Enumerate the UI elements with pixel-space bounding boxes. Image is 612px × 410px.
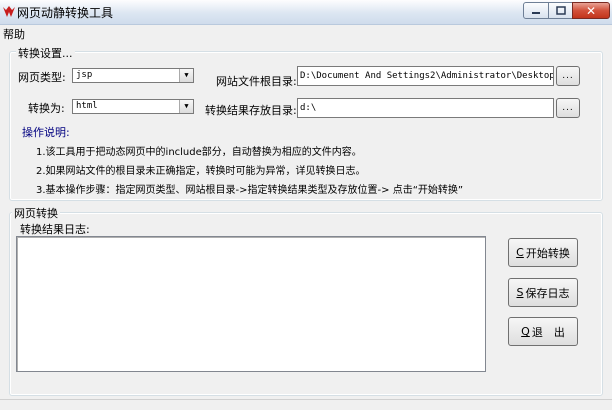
page-type-label: 网页类型:: [18, 71, 66, 84]
page-type-value: jsp: [76, 70, 93, 80]
convert-to-value: html: [76, 101, 98, 111]
close-icon: ✕: [585, 3, 597, 18]
chevron-down-icon[interactable]: ▼: [179, 100, 193, 113]
browse-label: ...: [562, 103, 574, 113]
menu-item-help[interactable]: 帮助: [3, 26, 25, 42]
window-title: 网页动静转换工具: [17, 6, 114, 20]
convert-to-label: 转换为:: [28, 102, 65, 115]
root-dir-label: 网站文件根目录:: [216, 75, 297, 88]
save-hotkey: S: [516, 286, 524, 299]
close-button[interactable]: ✕: [572, 2, 610, 19]
maximize-icon: [555, 6, 566, 15]
help-line-1: 1.该工具用于把动态网页中的include部分，自动替换为相应的文件内容。: [36, 147, 362, 158]
log-textarea[interactable]: [16, 236, 486, 372]
chevron-down-icon[interactable]: ▼: [179, 69, 193, 82]
quit-button[interactable]: Q 退 出: [508, 317, 578, 346]
start-hotkey: C: [516, 246, 524, 259]
help-line-3: 3.基本操作步骤：指定网页类型、网站根目录->指定转换结果类型及存放位置-> 点…: [36, 185, 464, 196]
minimize-icon: [532, 11, 540, 14]
minimize-button[interactable]: [523, 2, 549, 19]
browse-save-dir-button[interactable]: ...: [556, 98, 580, 118]
quit-label: 退 出: [531, 325, 565, 339]
title-bar[interactable]: 网页动静转换工具 ✕: [0, 0, 612, 25]
help-title: 操作说明:: [22, 126, 70, 139]
save-dir-label: 转换结果存放目录:: [205, 104, 297, 117]
start-convert-button[interactable]: C 开始转换: [508, 238, 578, 267]
menu-bar: 帮助: [0, 25, 612, 41]
root-dir-field[interactable]: D:\Document And Settings2\Administrator\…: [297, 66, 554, 86]
save-label: 保存日志: [525, 286, 570, 300]
app-logo-icon: [3, 6, 15, 17]
page-type-select[interactable]: jsp ▼: [72, 68, 194, 83]
status-bar: [0, 399, 612, 410]
start-label: 开始转换: [525, 246, 570, 260]
log-label: 转换结果日志:: [20, 223, 90, 236]
maximize-button[interactable]: [548, 2, 573, 19]
convert-to-select[interactable]: html ▼: [72, 99, 194, 114]
help-line-2: 2.如果网站文件的根目录未正确指定，转换时可能为异常，详见转换日志。: [36, 166, 366, 177]
quit-hotkey: Q: [521, 325, 530, 338]
save-dir-field[interactable]: d:\: [297, 98, 554, 118]
convert-group-title: 网页转换: [12, 205, 60, 221]
settings-group-title: 转换设置...: [16, 45, 75, 61]
browse-label: ...: [562, 71, 574, 81]
save-log-button[interactable]: S 保存日志: [508, 278, 578, 307]
browse-root-dir-button[interactable]: ...: [556, 66, 580, 86]
